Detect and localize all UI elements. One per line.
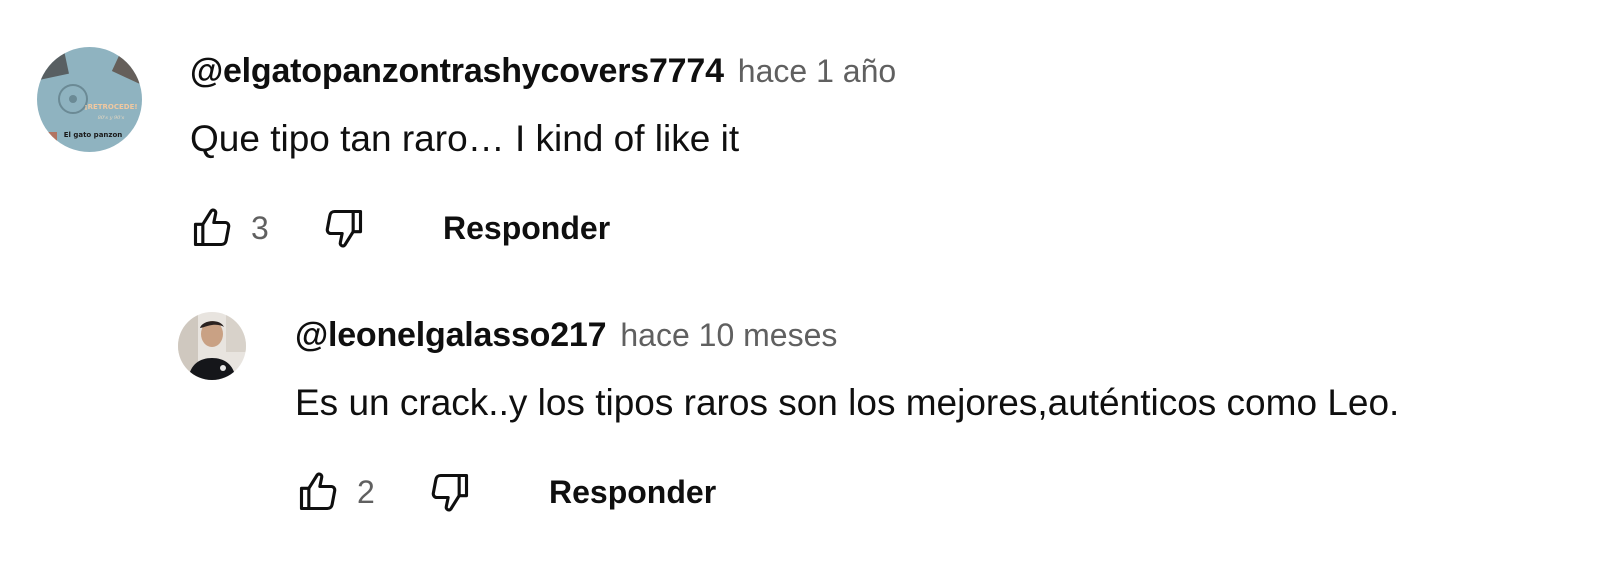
dislike-button[interactable] — [425, 467, 475, 517]
comment-actions: 3 Responder — [187, 203, 610, 253]
comment-header: @elgatopanzontrashycovers7774 hace 1 año — [190, 52, 896, 91]
thumbs-down-icon — [431, 473, 469, 512]
comment-actions: 2 Responder — [293, 467, 716, 517]
author-name[interactable]: @leonelgalasso217 — [295, 316, 607, 355]
avatar-text-line1: ¡RETROCEDE! — [84, 103, 137, 111]
reply-button[interactable]: Responder — [443, 210, 610, 247]
comment-text: Que tipo tan raro… I kind of like it — [190, 118, 740, 159]
avatar-text-line2: 80's y 90's — [98, 115, 125, 121]
like-button[interactable] — [187, 203, 237, 253]
comment-text: Es un crack..y los tipos raros son los m… — [295, 382, 1400, 423]
dislike-button[interactable] — [319, 203, 369, 253]
comment-timestamp[interactable]: hace 10 meses — [620, 317, 837, 354]
avatar[interactable] — [178, 312, 246, 380]
author-name[interactable]: @elgatopanzontrashycovers7774 — [190, 52, 724, 91]
avatar[interactable]: ¡RETROCEDE! 80's y 90's El gato panzon — [37, 47, 142, 152]
comment-thread-top: ¡RETROCEDE! 80's y 90's El gato panzon @… — [0, 0, 1607, 290]
thumbs-down-icon — [325, 209, 363, 248]
reply-button[interactable]: Responder — [549, 474, 716, 511]
comment-timestamp[interactable]: hace 1 año — [738, 53, 896, 90]
like-count: 2 — [357, 473, 375, 510]
comment-header: @leonelgalasso217 hace 10 meses — [295, 316, 837, 355]
like-button[interactable] — [293, 467, 343, 517]
comment-reply: @leonelgalasso217 hace 10 meses Es un cr… — [0, 290, 1607, 587]
thumbs-up-icon — [299, 472, 337, 511]
thumbs-up-icon — [193, 208, 231, 247]
avatar-text-line3: El gato panzon — [64, 131, 123, 139]
like-count: 3 — [251, 209, 269, 246]
